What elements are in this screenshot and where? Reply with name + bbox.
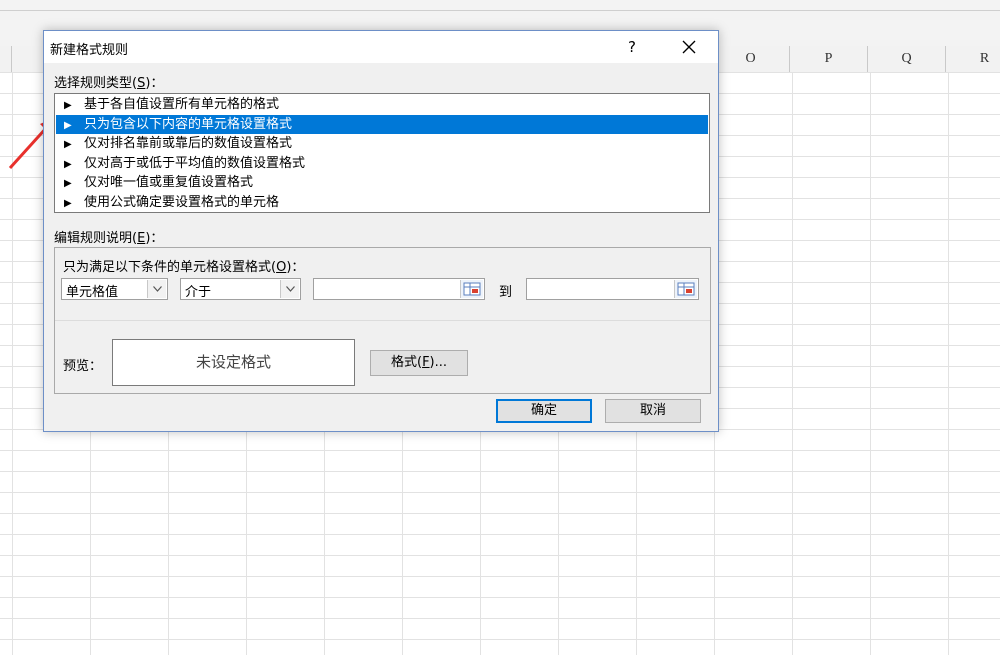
ok-button[interactable]: 确定	[496, 399, 592, 423]
cancel-button[interactable]: 取消	[605, 399, 701, 423]
operator-select-value: 介于	[185, 285, 212, 300]
preview-box: 未设定格式	[112, 339, 355, 386]
range-picker-icon	[677, 282, 695, 296]
column-header-q[interactable]: Q	[868, 46, 946, 72]
column-header-o[interactable]: O	[712, 46, 790, 72]
field-select[interactable]: 单元格值	[61, 278, 168, 300]
range-picker-button[interactable]	[460, 280, 483, 298]
triangle-right-icon: ▶	[64, 178, 72, 189]
edit-rule-description-label: 编辑规则说明(E)：	[54, 231, 164, 246]
format-button[interactable]: 格式(F)...	[370, 350, 468, 376]
field-select-dropdown[interactable]	[147, 280, 166, 298]
rule-type-list[interactable]: ▶ 基于各自值设置所有单元格的格式 ▶ 只为包含以下内容的单元格设置格式 ▶ 仅对排名…	[54, 93, 710, 213]
rule-type-item[interactable]: ▶ 基于各自值设置所有单元格的格式	[56, 95, 708, 115]
rule-type-item[interactable]: ▶ 仅对唯一值或重复值设置格式	[56, 173, 708, 193]
to-label: 到	[499, 285, 513, 300]
corner-cell[interactable]	[0, 46, 12, 72]
operator-select[interactable]: 介于	[180, 278, 301, 300]
chevron-down-icon	[152, 286, 162, 292]
new-format-rule-dialog: 新建格式规则 ? 选择规则类型(S)： ▶ 基于各自值设置所有单元格的格式 ▶ 只为…	[43, 30, 719, 432]
close-icon	[682, 40, 696, 54]
range-picker-icon	[463, 282, 481, 296]
rule-type-item-selected[interactable]: ▶ 只为包含以下内容的单元格设置格式	[56, 114, 708, 134]
condition-label: 只为满足以下条件的单元格设置格式(O)：	[63, 260, 305, 275]
triangle-right-icon: ▶	[64, 139, 72, 150]
value1-input[interactable]	[313, 278, 485, 300]
rule-type-item[interactable]: ▶ 使用公式确定要设置格式的单元格	[56, 193, 708, 213]
close-button[interactable]	[674, 33, 704, 61]
select-rule-type-label: 选择规则类型(S)：	[54, 76, 164, 91]
rule-description-panel: 只为满足以下条件的单元格设置格式(O)： 单元格值 介于 到 预览： 未设定格式…	[54, 247, 711, 394]
triangle-right-icon: ▶	[64, 197, 72, 209]
triangle-right-icon: ▶	[64, 158, 72, 170]
ribbon-divider	[0, 10, 1000, 11]
dialog-title: 新建格式规则	[50, 43, 129, 58]
range-picker-button[interactable]	[674, 280, 697, 298]
rule-type-item[interactable]: ▶ 仅对排名靠前或靠后的数值设置格式	[56, 134, 708, 154]
value2-input[interactable]	[526, 278, 699, 300]
operator-select-dropdown[interactable]	[280, 280, 299, 298]
triangle-right-icon: ▶	[64, 119, 72, 131]
field-select-value: 单元格值	[66, 285, 119, 300]
separator-line	[55, 320, 710, 321]
column-header-p[interactable]: P	[790, 46, 868, 72]
triangle-right-icon: ▶	[64, 100, 72, 111]
column-header-r[interactable]: R	[946, 46, 1000, 72]
rule-type-item[interactable]: ▶ 仅对高于或低于平均值的数值设置格式	[56, 154, 708, 174]
preview-label: 预览：	[63, 359, 103, 374]
chevron-down-icon	[285, 286, 295, 292]
help-button[interactable]: ?	[620, 35, 644, 59]
dialog-titlebar[interactable]: 新建格式规则 ?	[44, 31, 718, 63]
